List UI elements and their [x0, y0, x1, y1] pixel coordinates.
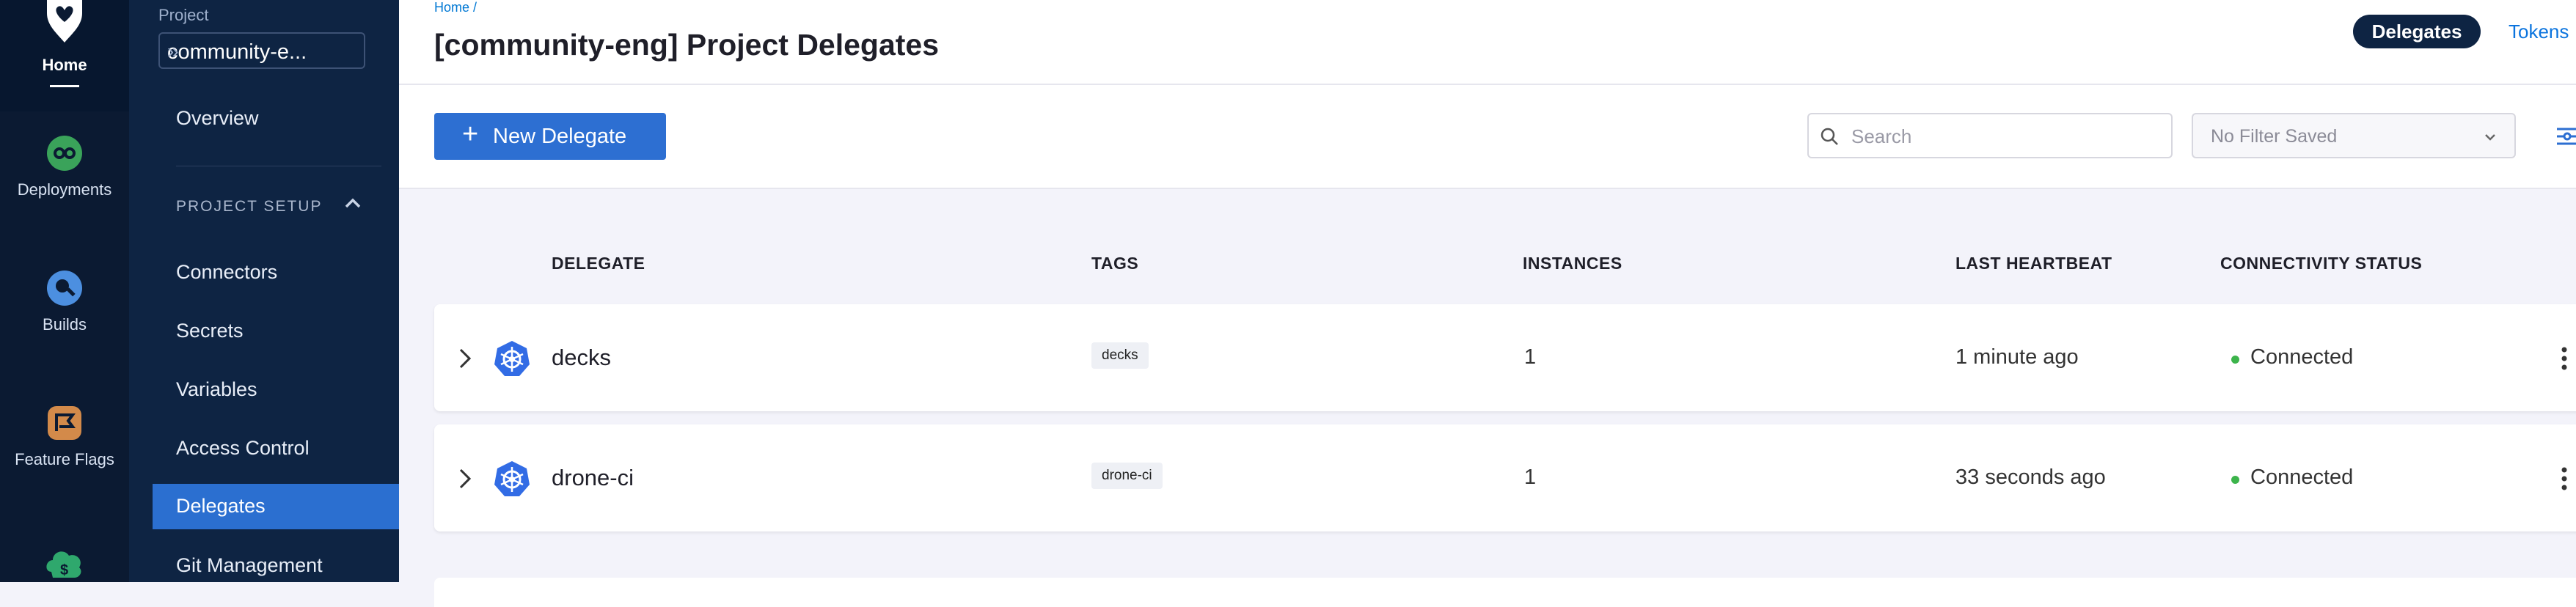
active-indicator: [50, 85, 79, 87]
sidebar-item-access-control[interactable]: Access Control: [176, 437, 310, 460]
kubernetes-icon: [494, 341, 530, 376]
chevron-up-icon[interactable]: [342, 192, 364, 214]
status-dot-icon: [2231, 476, 2239, 484]
project-label: Project: [158, 6, 209, 24]
nav-item-feature-flags[interactable]: Feature Flags: [0, 403, 129, 469]
breadcrumb-home[interactable]: Home /: [434, 0, 477, 15]
deployments-icon: [47, 136, 82, 171]
sidebar-item-variables[interactable]: Variables: [176, 378, 257, 401]
chevron-right-icon[interactable]: [456, 345, 474, 372]
nav-item-builds[interactable]: Builds: [0, 268, 129, 334]
column-header-delegate[interactable]: DELEGATE: [552, 254, 645, 273]
project-selector[interactable]: community-e... »: [158, 32, 365, 69]
table-row[interactable]: [434, 578, 2576, 607]
chevron-down-icon: [2485, 134, 2495, 141]
cloud-costs-icon[interactable]: $: [44, 542, 85, 582]
column-header-tags[interactable]: TAGS: [1091, 254, 1138, 273]
status-dot-icon: [2231, 356, 2239, 364]
sidebar-item-label: Delegates: [176, 495, 266, 517]
section-title-project-setup[interactable]: PROJECT SETUP: [176, 198, 322, 216]
search-input[interactable]: [1850, 123, 2161, 150]
kubernetes-icon: [494, 461, 530, 496]
more-options-icon[interactable]: [2558, 464, 2570, 493]
chevron-double-right-icon: »: [167, 40, 179, 62]
plus-icon: +: [462, 119, 479, 150]
tab-tokens[interactable]: Tokens: [2509, 21, 2569, 43]
sidebar-item-git-management[interactable]: Git Management: [176, 554, 323, 577]
column-header-connectivity-status[interactable]: CONNECTIVITY STATUS: [2220, 254, 2422, 273]
nav-home[interactable]: Home: [0, 0, 129, 111]
sidebar-item-secrets[interactable]: Secrets: [176, 320, 244, 342]
sidebar-item-delegates[interactable]: Delegates: [153, 484, 399, 529]
tag-badge: drone-ci: [1091, 463, 1163, 489]
tag-badge: decks: [1091, 342, 1149, 369]
delegate-name[interactable]: drone-ci: [552, 465, 634, 491]
primary-nav: Home Deployments Builds Feature Flags $: [0, 0, 129, 582]
filter-settings-icon[interactable]: [2557, 123, 2576, 150]
harness-logo-icon: [47, 0, 82, 43]
tab-delegates[interactable]: Delegates: [2353, 15, 2481, 48]
builds-icon: [47, 271, 82, 306]
search-box[interactable]: [1807, 113, 2173, 158]
nav-home-label: Home: [42, 56, 87, 74]
new-delegate-button[interactable]: + New Delegate: [434, 113, 666, 160]
table-row[interactable]: drone-ci drone-ci 1 33 seconds ago Conne…: [434, 424, 2576, 531]
delegate-name[interactable]: decks: [552, 345, 611, 371]
last-heartbeat: 33 seconds ago: [1955, 466, 2106, 489]
filter-label: No Filter Saved: [2211, 126, 2338, 147]
connectivity-status: Connected: [2250, 345, 2354, 369]
breadcrumb[interactable]: Home /: [434, 0, 477, 15]
feature-flags-icon: [48, 406, 81, 440]
sidebar-item-overview[interactable]: Overview: [176, 107, 259, 130]
nav-item-label: Deployments: [17, 180, 112, 199]
search-icon: [1821, 128, 1838, 145]
instances-count: 1: [1524, 466, 1537, 489]
nav-item-label: Feature Flags: [15, 450, 114, 468]
nav-item-deployments[interactable]: Deployments: [0, 133, 129, 199]
column-header-instances[interactable]: INSTANCES: [1523, 254, 1622, 273]
more-options-icon[interactable]: [2558, 344, 2570, 373]
sidebar-item-connectors[interactable]: Connectors: [176, 261, 277, 284]
connectivity-status: Connected: [2250, 466, 2354, 489]
table-row[interactable]: decks decks 1 1 minute ago Connected: [434, 304, 2576, 411]
column-header-last-heartbeat[interactable]: LAST HEARTBEAT: [1955, 254, 2112, 273]
chevron-right-icon[interactable]: [456, 466, 474, 492]
page-title: [community-eng] Project Delegates: [434, 28, 940, 62]
last-heartbeat: 1 minute ago: [1955, 345, 2079, 369]
instances-count: 1: [1524, 345, 1537, 369]
filter-select[interactable]: No Filter Saved: [2192, 113, 2516, 158]
new-delegate-label: New Delegate: [493, 125, 627, 148]
nav-item-label: Builds: [43, 315, 87, 334]
project-sidebar: Project community-e... » Overview PROJEC…: [129, 0, 399, 582]
svg-text:$: $: [60, 562, 68, 578]
